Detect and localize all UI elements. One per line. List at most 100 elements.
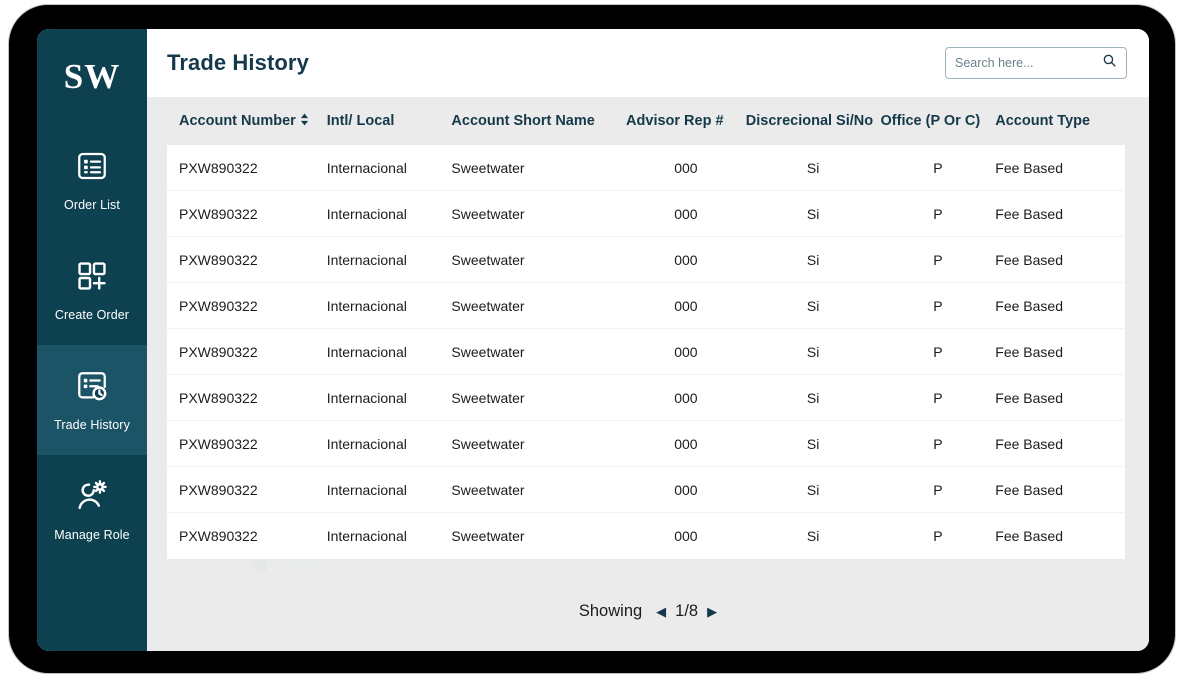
search-input[interactable] (955, 56, 1102, 70)
cell-account-short-name: Sweetwater (451, 205, 525, 222)
column-header-discrecional[interactable]: Discrecional Si/No (746, 113, 881, 129)
cell-account-type: Fee Based (995, 389, 1063, 406)
cell-account-number: PXW890322 (179, 528, 258, 544)
page-indicator: 1/8 (675, 601, 699, 620)
cell-office: P (933, 435, 943, 452)
table-body-wrapper: PXW890322 Internacional Sweetwater 000 Si P Fe… (147, 145, 1149, 571)
cell-advisor-rep: 000 (674, 343, 698, 360)
cell-account-type: Fee Based (995, 343, 1063, 360)
table-header-row: Account Number Intl/ Local Account Short… (147, 97, 1149, 145)
grid-plus-icon (75, 259, 109, 298)
sidebar-item-manage-role[interactable]: Manage Role (37, 455, 147, 565)
tablet-bezel: SW Order List Create Order Trade History… (8, 4, 1176, 674)
column-header-label: Discrecional Si/No (745, 113, 874, 129)
cell-account-short-name: Sweetwater (451, 389, 525, 406)
table-row[interactable]: PXW890322 Internacional Sweetwater 000 Si P Fe… (167, 329, 1125, 375)
column-header-account-type[interactable]: Account Type (995, 113, 1125, 129)
sidebar-item-label: Order List (64, 197, 120, 212)
cell-account-short-name: Sweetwater (451, 528, 525, 544)
column-header-label: Account Short Name (451, 113, 595, 129)
column-header-advisor-rep[interactable]: Advisor Rep # (626, 113, 746, 129)
user-gear-icon (75, 479, 109, 518)
table-row[interactable]: PXW890322 Internacional Sweetwater 000 Si P Fe… (167, 375, 1125, 421)
cell-advisor-rep: 000 (674, 435, 698, 452)
brand-logo-text: SW (63, 57, 121, 96)
cell-account-type: Fee Based (995, 481, 1063, 498)
cell-account-number: PXW890322 (179, 435, 258, 452)
cell-office: P (933, 205, 943, 222)
column-header-office[interactable]: Office (P Or C) (881, 113, 996, 129)
sidebar-item-trade-history[interactable]: Trade History (37, 345, 147, 455)
cell-office: P (933, 297, 943, 314)
table-row[interactable]: PXW890322 Internacional Sweetwater 000 Si P Fe… (167, 513, 1125, 559)
cell-advisor-rep: 000 (674, 205, 698, 222)
cell-account-type: Fee Based (995, 205, 1063, 222)
table-row[interactable]: PXW890322 Internacional Sweetwater 000 Si P Fe… (167, 237, 1125, 283)
cell-office: P (933, 251, 943, 268)
column-header-account-number[interactable]: Account Number (167, 113, 327, 130)
column-header-account-short-name[interactable]: Account Short Name (451, 113, 626, 129)
table-region: Account Number Intl/ Local Account Short… (147, 97, 1149, 651)
page-title: Trade History (167, 50, 309, 75)
table-body: PXW890322 Internacional Sweetwater 000 Si P Fe… (167, 145, 1125, 559)
cell-advisor-rep: 000 (674, 528, 698, 544)
cell-advisor-rep: 000 (674, 389, 698, 406)
document-clock-icon (75, 369, 109, 408)
cell-office: P (933, 528, 943, 544)
cell-account-number: PXW890322 (179, 389, 258, 406)
cell-advisor-rep: 000 (674, 297, 698, 314)
search-icon[interactable] (1102, 53, 1117, 73)
brand-logo: SW (37, 29, 147, 125)
sidebar-item-label: Create Order (54, 307, 130, 322)
cell-account-short-name: Sweetwater (451, 251, 525, 268)
app-window: SW Order List Create Order Trade History… (37, 29, 1149, 651)
cell-account-number: PXW890322 (179, 159, 258, 176)
main-content: Trade History Search here... Account Num… (147, 29, 1149, 651)
cell-intl-local: Internacional (326, 251, 407, 268)
cell-discrecional: Si (806, 251, 820, 268)
cell-account-short-name: Sweetwater (451, 435, 525, 452)
table-row[interactable]: PXW890322 Internacional Sweetwater 000 Si P Fe… (167, 283, 1125, 329)
cell-advisor-rep: 000 (674, 481, 698, 498)
cell-account-type: Fee Based (995, 251, 1063, 268)
cell-discrecional: Si (806, 343, 820, 360)
search-box[interactable] (945, 47, 1127, 79)
sidebar-item-order-list[interactable]: Order List (37, 125, 147, 235)
table-row[interactable]: PXW890322 Internacional Sweetwater 000 Si P Fe… (167, 145, 1125, 191)
table-row[interactable]: PXW890322 Internacional Sweetwater 000 Si P Fe… (167, 421, 1125, 467)
cell-advisor-rep: 000 (674, 251, 698, 268)
sidebar-item-create-order[interactable]: Create Order (37, 235, 147, 345)
table-row[interactable]: PXW890322 Internacional Sweetwater 000 Si P Fe… (167, 467, 1125, 513)
cell-account-number: PXW890322 (179, 251, 258, 268)
column-header-label: Account Type (995, 113, 1091, 129)
table-row[interactable]: PXW890322 Internacional Sweetwater 000 Si P Fe… (167, 191, 1125, 237)
cell-intl-local: Internacional (326, 389, 407, 406)
cell-account-number: PXW890322 (179, 343, 258, 360)
prev-page-button[interactable]: ◀ (656, 605, 666, 618)
cell-intl-local: Internacional (326, 343, 407, 360)
column-header-intl-local[interactable]: Intl/ Local (327, 113, 452, 129)
cell-account-short-name: Sweetwater (451, 159, 525, 176)
cell-discrecional: Si (806, 528, 820, 544)
showing-label: Showing (578, 601, 643, 620)
cell-office: P (933, 389, 943, 406)
next-page-button[interactable]: ▶ (707, 605, 717, 618)
cell-office: P (933, 343, 943, 360)
column-header-label: Intl/ Local (326, 113, 395, 129)
column-header-label: Account Number (179, 113, 296, 129)
cell-intl-local: Internacional (326, 528, 407, 544)
cell-discrecional: Si (806, 297, 820, 314)
cell-intl-local: Internacional (326, 297, 407, 314)
cell-account-number: PXW890322 (179, 205, 258, 222)
cell-intl-local: Internacional (326, 435, 407, 452)
cell-account-short-name: Sweetwater (451, 481, 525, 498)
sidebar-item-label: Manage Role (54, 527, 130, 542)
cell-account-type: Fee Based (995, 297, 1063, 314)
cell-account-type: Fee Based (995, 435, 1063, 452)
sort-icon[interactable] (300, 113, 309, 130)
cell-office: P (933, 481, 943, 498)
cell-discrecional: Si (806, 159, 820, 176)
cell-intl-local: Internacional (326, 205, 407, 222)
cell-account-type: Fee Based (995, 528, 1063, 544)
table-footer: Showing ◀ 1/8 ▶ (147, 571, 1149, 651)
